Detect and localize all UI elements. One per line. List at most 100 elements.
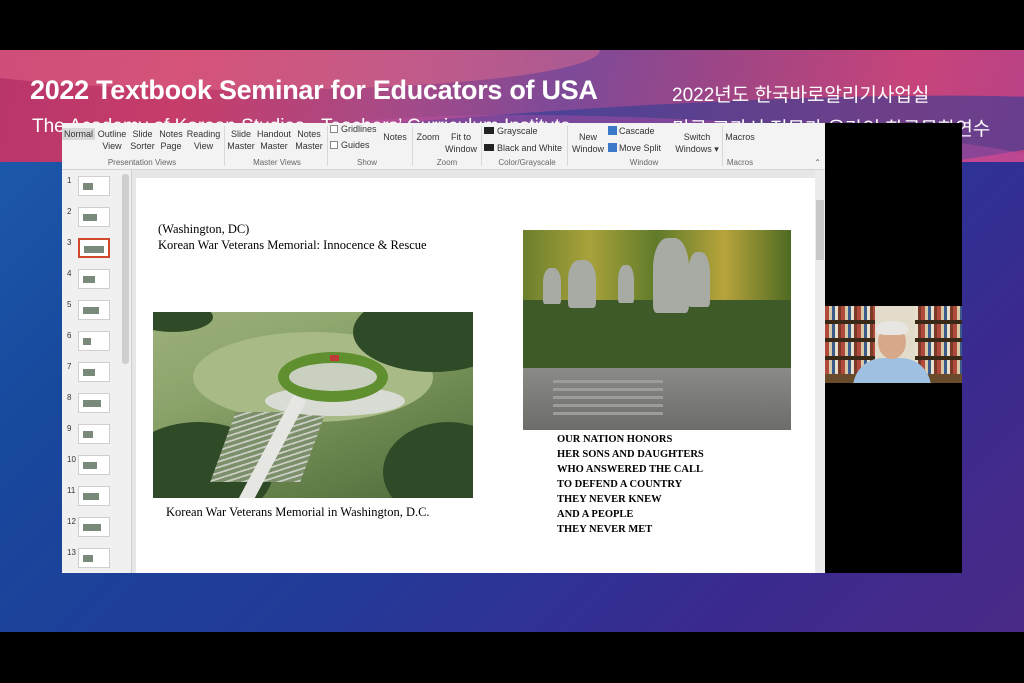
slide-canvas: (Washington, DC) Korean War Veterans Mem…	[136, 178, 816, 573]
inscription-line: THEY NEVER MET	[557, 524, 653, 535]
slide-thumbnail-number: 5	[67, 300, 72, 309]
macros-button[interactable]: Macros	[724, 131, 756, 143]
slide-thumbnail-number: 8	[67, 393, 72, 402]
slide-heading: Korean War Veterans Memorial: Innocence …	[158, 238, 427, 252]
gridlines-checkbox[interactable]: Gridlines	[330, 123, 377, 135]
slide-thumbnail[interactable]: 4	[62, 267, 132, 295]
slide-thumbnail-number: 12	[67, 517, 76, 526]
slide-thumbnail[interactable]: 5	[62, 298, 132, 326]
slide-thumbnail[interactable]: 7	[62, 360, 132, 388]
slide-thumbnail-preview	[78, 207, 110, 227]
notes-toggle-button[interactable]: Notes	[380, 131, 410, 143]
group-label-show: Show	[356, 158, 377, 167]
ribbon-separator	[327, 126, 328, 166]
collapse-ribbon-icon[interactable]: ⌃	[814, 158, 821, 167]
memorial-aerial-image	[153, 312, 473, 498]
notes-master-button[interactable]: Notes Master	[294, 128, 324, 152]
slide-vertical-scrollbar[interactable]	[815, 170, 825, 573]
slide-thumbnail-number: 10	[67, 455, 76, 464]
reading-view-button[interactable]: Reading View	[186, 128, 221, 152]
slide-thumbnail-preview	[78, 176, 110, 196]
gridlines-label: Gridlines	[341, 124, 377, 134]
group-label-presentation-views: Presentation Views	[107, 158, 177, 167]
slide-master-button[interactable]: Slide Master	[227, 128, 255, 152]
slide-thumbnail-number: 9	[67, 424, 72, 433]
slide-sorter-button[interactable]: Slide Sorter	[129, 128, 156, 152]
guides-check-icon	[330, 141, 338, 149]
fit-to-window-button[interactable]: Fit to Window	[443, 131, 479, 155]
slide-location-text: (Washington, DC)	[158, 222, 250, 236]
grayscale-button[interactable]: Grayscale	[484, 125, 538, 137]
outline-view-button[interactable]: Outline View	[96, 128, 128, 152]
scrollbar-thumb[interactable]	[816, 200, 824, 260]
view-ribbon: Normal Outline View Slide Sorter Notes P…	[62, 123, 825, 170]
slide-thumbnail[interactable]: 11	[62, 484, 132, 512]
move-split-label: Move Split	[619, 143, 662, 153]
inscription-line: OUR NATION HONORS	[557, 434, 673, 445]
group-label-master-views: Master Views	[253, 158, 301, 167]
group-label-macros: Macros	[726, 158, 754, 167]
ribbon-separator	[224, 126, 225, 166]
presenter-video-panel	[825, 123, 962, 573]
inscription-line: TO DEFEND A COUNTRY	[557, 479, 683, 490]
slide-thumbnail[interactable]: 8	[62, 391, 132, 419]
slide-thumbnail-number: 4	[67, 269, 72, 278]
cascade-label: Cascade	[619, 126, 655, 136]
slide-thumbnail[interactable]: 12	[62, 515, 132, 543]
slide-thumbnail-preview	[78, 238, 110, 258]
ribbon-separator	[481, 126, 482, 166]
slide-thumbnail-number: 6	[67, 331, 72, 340]
slide-thumbnail[interactable]: 1	[62, 174, 132, 202]
inscription-line: THEY NEVER KNEW	[557, 494, 662, 505]
powerpoint-window: Normal Outline View Slide Sorter Notes P…	[62, 123, 825, 573]
banner-title: 2022 Textbook Seminar for Educators of U…	[30, 75, 598, 105]
switch-windows-button[interactable]: Switch Windows ▾	[674, 131, 720, 155]
grayscale-label: Grayscale	[497, 126, 538, 136]
slide-thumbnail[interactable]: 13	[62, 546, 132, 573]
gridlines-check-icon	[330, 125, 338, 133]
slide-thumbnail-number: 2	[67, 207, 72, 216]
guides-checkbox[interactable]: Guides	[330, 139, 370, 151]
new-window-button[interactable]: New Window	[569, 131, 607, 155]
slide-thumbnail[interactable]: 2	[62, 205, 132, 233]
cascade-icon	[608, 126, 617, 135]
inscription-line: HER SONS AND DAUGHTERS	[557, 449, 704, 460]
slide-thumbnails-pane: 1 2 3 4 5 6 7 8 9 10 11 12 13	[62, 170, 132, 573]
notes-page-button[interactable]: Notes Page	[157, 128, 185, 152]
black-and-white-label: Black and White	[497, 143, 563, 153]
slide-thumbnail-preview	[78, 548, 110, 568]
group-label-window: Window	[629, 158, 659, 167]
slide-thumbnail-preview	[78, 424, 110, 444]
slide-thumbnail-preview	[78, 455, 110, 475]
normal-view-button[interactable]: Normal	[62, 128, 95, 140]
grayscale-swatch-icon	[484, 127, 494, 134]
black-and-white-swatch-icon	[484, 144, 494, 151]
slide-thumbnail[interactable]: 6	[62, 329, 132, 357]
black-and-white-button[interactable]: Black and White	[484, 142, 562, 154]
slide-thumbnail-number: 1	[67, 176, 72, 185]
slide-thumbnail-number: 13	[67, 548, 76, 557]
slide-thumbnail-preview	[78, 362, 110, 382]
slide-thumbnail-number: 3	[67, 238, 72, 247]
inscription-line: WHO ANSWERED THE CALL	[557, 464, 703, 475]
slide-thumbnail[interactable]: 3	[62, 236, 132, 264]
slide-thumbnail-preview	[78, 517, 110, 537]
slide-thumbnail-preview	[78, 300, 110, 320]
handout-master-button[interactable]: Handout Master	[255, 128, 293, 152]
slide-thumbnail-number: 11	[67, 486, 76, 495]
slide-editing-area: (Washington, DC) Korean War Veterans Mem…	[132, 170, 825, 573]
zoom-button[interactable]: Zoom	[414, 131, 442, 143]
presenter-webcam	[825, 306, 962, 383]
slide-thumbnail[interactable]: 9	[62, 422, 132, 450]
ribbon-separator	[567, 126, 568, 166]
guides-label: Guides	[341, 140, 370, 150]
slide-thumbnail[interactable]: 10	[62, 453, 132, 481]
slide-thumbnail-preview	[78, 486, 110, 506]
cascade-button[interactable]: Cascade	[608, 125, 655, 137]
slide-thumbnail-preview	[78, 393, 110, 413]
soldier-statues-photo	[523, 230, 791, 430]
image-caption: Korean War Veterans Memorial in Washingt…	[166, 505, 430, 519]
group-label-zoom: Zoom	[436, 158, 458, 167]
move-split-button[interactable]: Move Split	[608, 142, 661, 154]
group-label-color-grayscale: Color/Grayscale	[498, 158, 556, 167]
